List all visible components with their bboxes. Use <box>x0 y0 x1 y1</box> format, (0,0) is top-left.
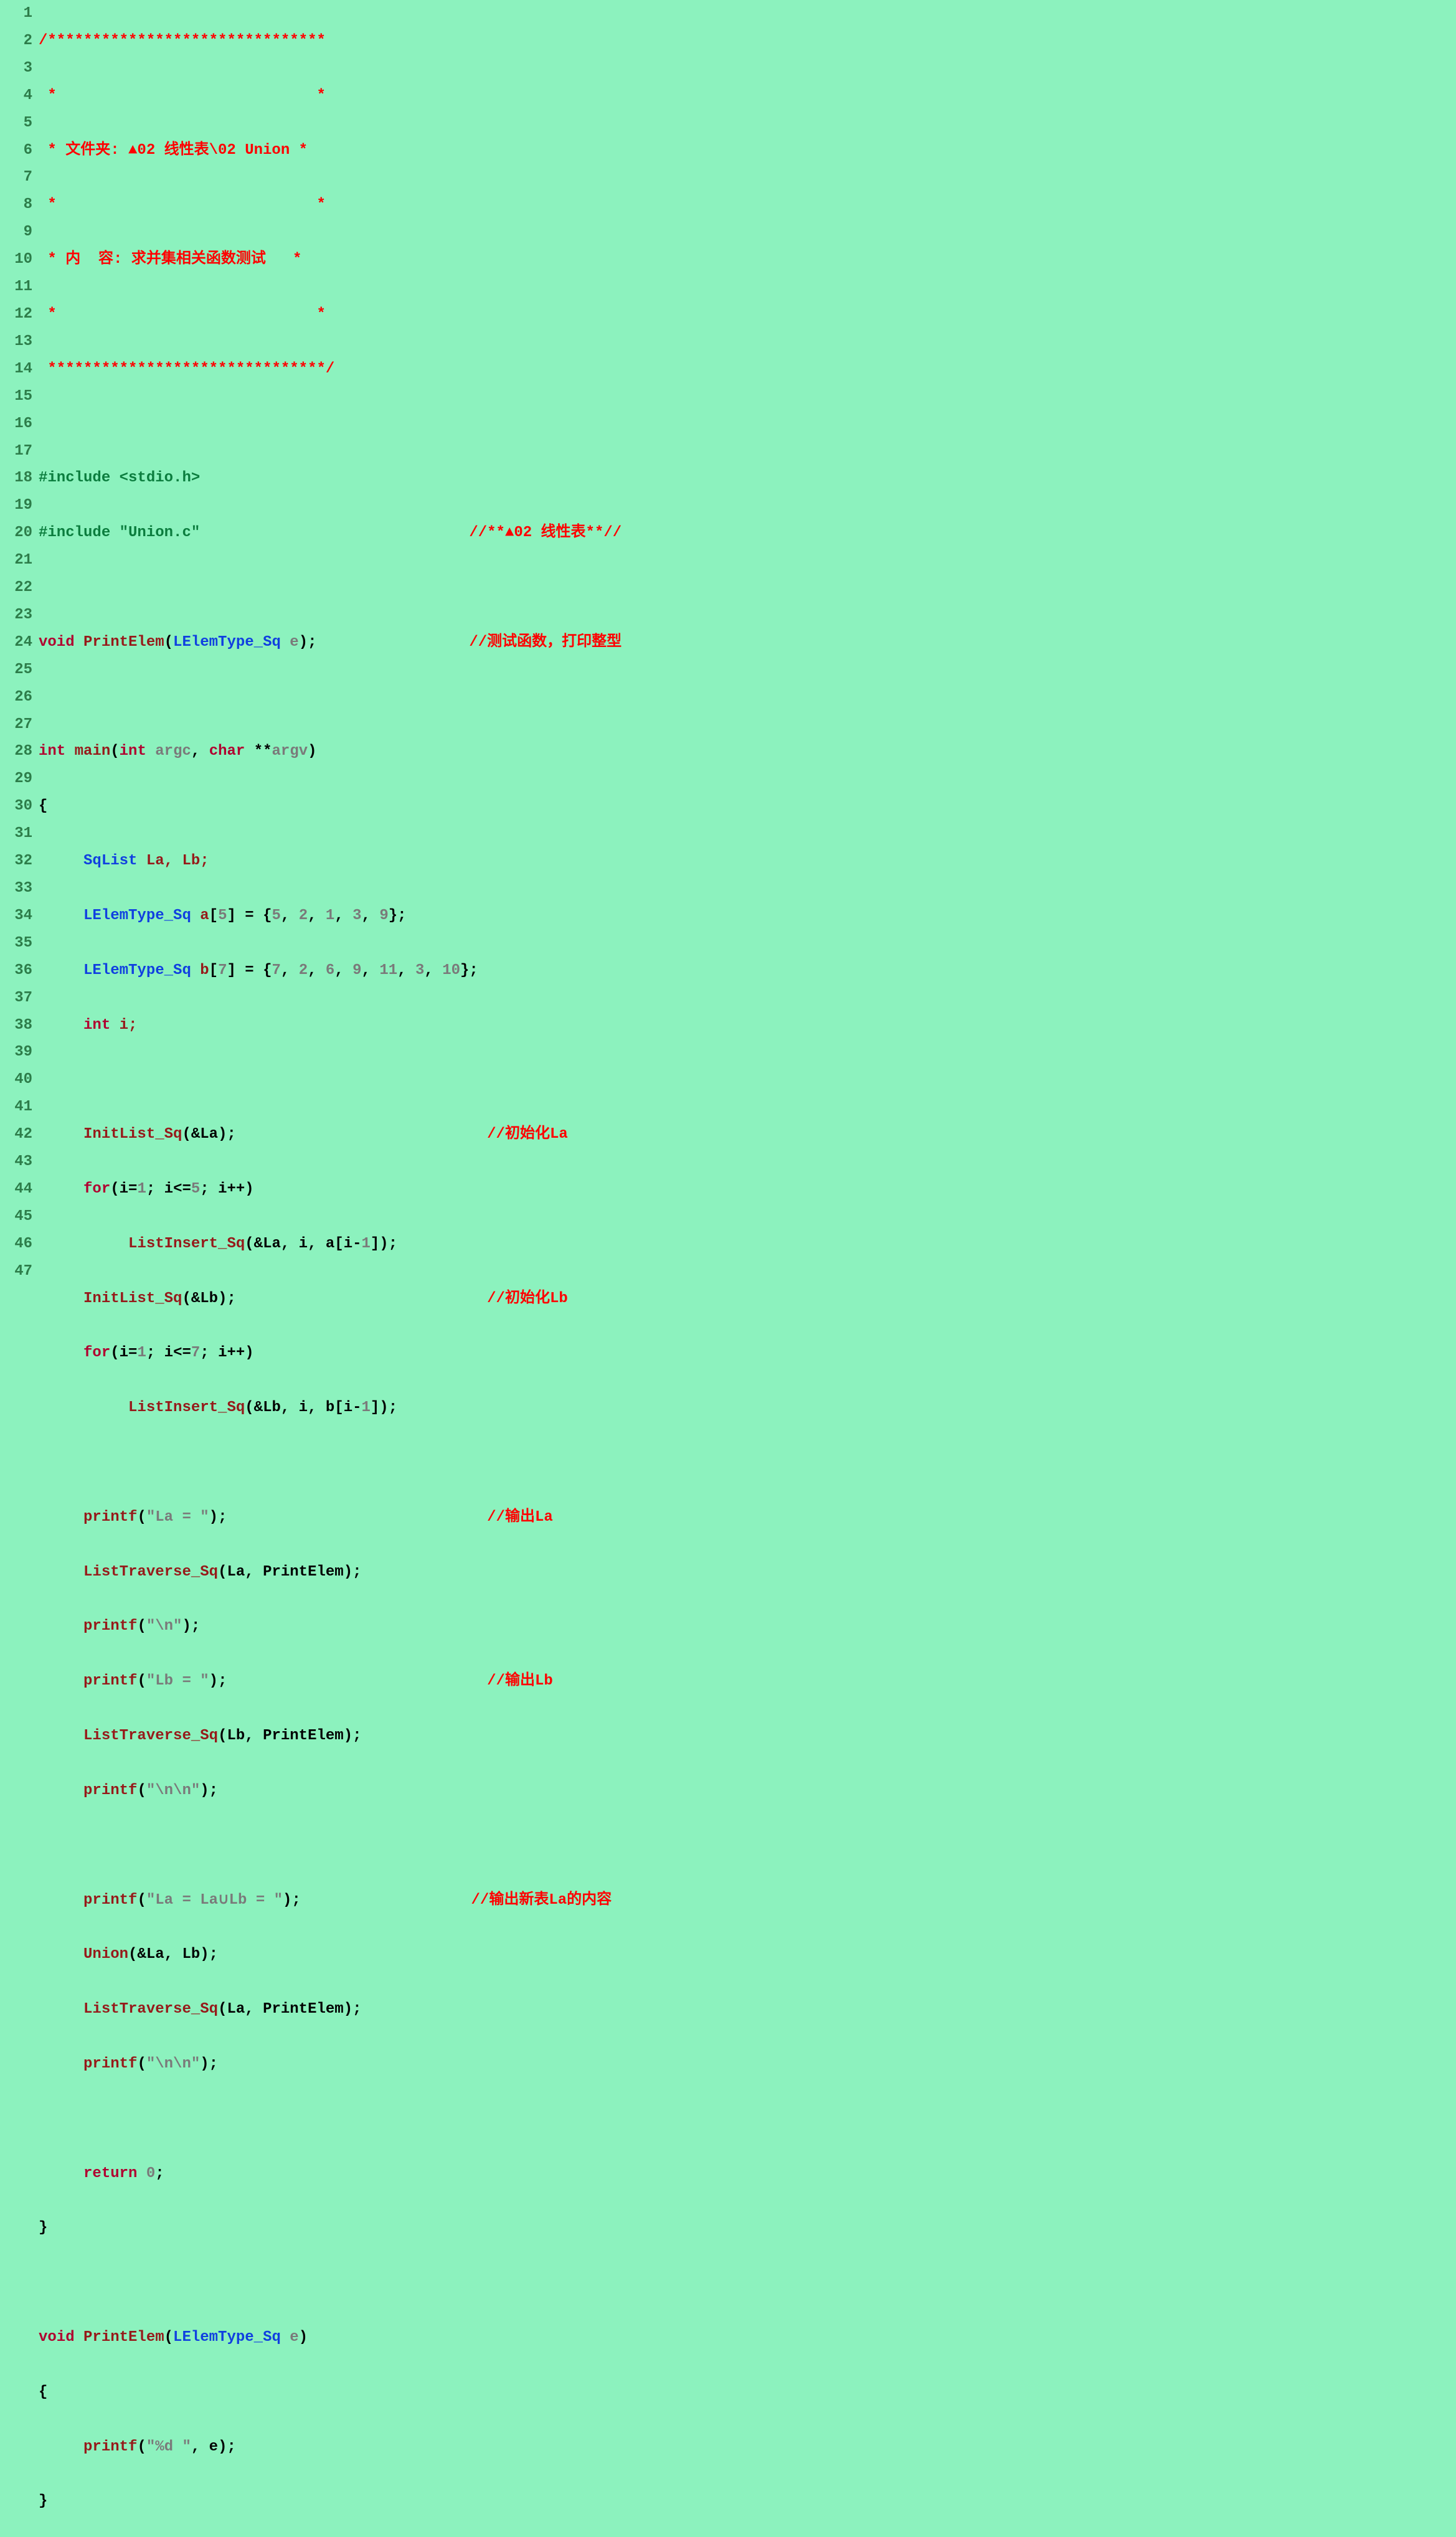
line-number: 20 <box>0 519 32 547</box>
line-number: 27 <box>0 711 32 739</box>
code-line <box>39 1066 1456 1094</box>
code-line: for(i=1; i<=5; i++) <box>39 1176 1456 1203</box>
code-line: void PrintElem(LElemType_Sq e); //测试函数，打… <box>39 629 1456 656</box>
code-line: for(i=1; i<=7; i++) <box>39 1339 1456 1367</box>
line-number: 47 <box>0 1258 32 1285</box>
line-number: 44 <box>0 1176 32 1203</box>
line-number: 16 <box>0 410 32 438</box>
code-line: Union(&La, Lb); <box>39 1941 1456 1968</box>
code-line: int i; <box>39 1012 1456 1039</box>
code-line: } <box>39 2214 1456 2242</box>
code-line: void PrintElem(LElemType_Sq e) <box>39 2324 1456 2351</box>
code-line: ListInsert_Sq(&Lb, i, b[i-1]); <box>39 1394 1456 1422</box>
code-line: * 内 容: 求并集相关函数测试 * <box>39 246 1456 273</box>
line-number: 22 <box>0 574 32 602</box>
code-line: LElemType_Sq a[5] = {5, 2, 1, 3, 9}; <box>39 902 1456 930</box>
line-number: 31 <box>0 820 32 848</box>
code-editor: 1 2 3 4 5 6 7 8 9 10 11 12 13 14 15 16 1… <box>0 0 1456 2537</box>
line-number: 46 <box>0 1231 32 1258</box>
code-line: LElemType_Sq b[7] = {7, 2, 6, 9, 11, 3, … <box>39 957 1456 985</box>
line-number: 13 <box>0 328 32 356</box>
line-number: 35 <box>0 930 32 957</box>
line-number: 28 <box>0 738 32 765</box>
code-line: #include <stdio.h> <box>39 465 1456 492</box>
line-number: 45 <box>0 1203 32 1231</box>
line-number: 39 <box>0 1039 32 1066</box>
code-line: } <box>39 2488 1456 2515</box>
code-line: * * <box>39 82 1456 110</box>
line-number-gutter: 1 2 3 4 5 6 7 8 9 10 11 12 13 14 15 16 1… <box>0 0 39 2537</box>
line-number: 24 <box>0 629 32 656</box>
code-line <box>39 1449 1456 1476</box>
code-line: ListInsert_Sq(&La, i, a[i-1]); <box>39 1231 1456 1258</box>
code-area[interactable]: /******************************* * * * 文… <box>39 0 1456 2537</box>
code-line: SqList La, Lb; <box>39 848 1456 875</box>
code-line: /******************************* <box>39 27 1456 55</box>
line-number: 9 <box>0 219 32 246</box>
line-number: 18 <box>0 465 32 492</box>
code-line: InitList_Sq(&La); //初始化La <box>39 1121 1456 1148</box>
code-line: ListTraverse_Sq(La, PrintElem); <box>39 1559 1456 1586</box>
line-number: 17 <box>0 438 32 465</box>
line-number: 37 <box>0 985 32 1012</box>
line-number: 40 <box>0 1066 32 1094</box>
line-number: 6 <box>0 137 32 164</box>
code-line <box>39 684 1456 711</box>
code-line: return 0; <box>39 2160 1456 2188</box>
line-number: 30 <box>0 793 32 820</box>
code-line: ListTraverse_Sq(Lb, PrintElem); <box>39 1722 1456 1750</box>
code-line <box>39 2269 1456 2297</box>
line-number: 5 <box>0 110 32 137</box>
code-line: * 文件夹: ▲02 线性表\02 Union * <box>39 137 1456 164</box>
code-line: printf("La = La∪Lb = "); //输出新表La的内容 <box>39 1887 1456 1914</box>
code-line: { <box>39 793 1456 820</box>
code-line <box>39 2105 1456 2133</box>
code-line: printf("\n\n"); <box>39 2051 1456 2078</box>
line-number: 21 <box>0 547 32 574</box>
line-number: 42 <box>0 1121 32 1148</box>
line-number: 11 <box>0 273 32 301</box>
line-number: 41 <box>0 1094 32 1121</box>
code-line <box>39 410 1456 438</box>
line-number: 34 <box>0 902 32 930</box>
line-number: 3 <box>0 55 32 82</box>
line-number: 33 <box>0 875 32 902</box>
code-line: ListTraverse_Sq(La, PrintElem); <box>39 1996 1456 2023</box>
code-line: printf("%d ", e); <box>39 2434 1456 2461</box>
line-number: 2 <box>0 27 32 55</box>
code-line: printf("\n"); <box>39 1613 1456 1640</box>
code-line: * * <box>39 191 1456 219</box>
code-line: int main(int argc, char **argv) <box>39 738 1456 765</box>
line-number: 15 <box>0 383 32 410</box>
code-line: * * <box>39 301 1456 328</box>
line-number: 7 <box>0 164 32 191</box>
code-line <box>39 574 1456 602</box>
code-line <box>39 1832 1456 1859</box>
line-number: 26 <box>0 684 32 711</box>
line-number: 19 <box>0 492 32 519</box>
code-line: { <box>39 2379 1456 2406</box>
line-number: 8 <box>0 191 32 219</box>
line-number: 12 <box>0 301 32 328</box>
line-number: 4 <box>0 82 32 110</box>
line-number: 10 <box>0 246 32 273</box>
line-number: 29 <box>0 765 32 793</box>
code-line: printf("\n\n"); <box>39 1777 1456 1805</box>
code-line: printf("La = "); //输出La <box>39 1504 1456 1531</box>
code-line: *******************************/ <box>39 356 1456 383</box>
code-line: InitList_Sq(&Lb); //初始化Lb <box>39 1285 1456 1313</box>
line-number: 23 <box>0 602 32 629</box>
line-number: 32 <box>0 848 32 875</box>
line-number: 43 <box>0 1148 32 1176</box>
line-number: 36 <box>0 957 32 985</box>
line-number: 25 <box>0 656 32 684</box>
line-number: 38 <box>0 1012 32 1039</box>
line-number: 14 <box>0 356 32 383</box>
code-line: printf("Lb = "); //输出Lb <box>39 1668 1456 1695</box>
line-number: 1 <box>0 0 32 27</box>
code-line: #include "Union.c" //**▲02 线性表**// <box>39 519 1456 547</box>
